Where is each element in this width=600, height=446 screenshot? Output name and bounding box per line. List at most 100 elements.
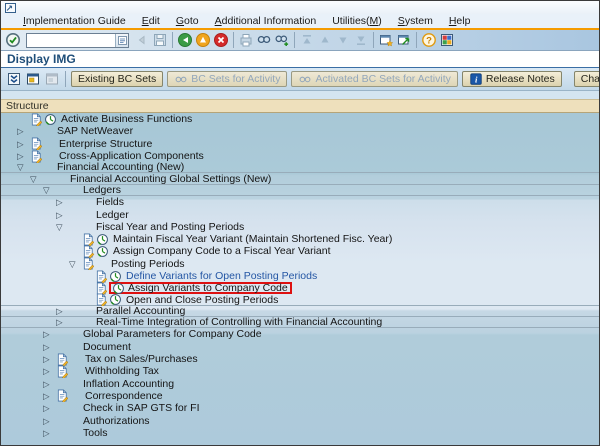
chevron-closed-icon[interactable]: ▷ xyxy=(56,210,69,220)
chevron-open-icon[interactable]: ▽ xyxy=(43,185,56,195)
chevron-closed-icon[interactable]: ▷ xyxy=(17,139,30,149)
print-icon[interactable] xyxy=(237,31,255,49)
next-page-icon[interactable] xyxy=(334,31,352,49)
menu-system[interactable]: System xyxy=(390,15,441,27)
find-next-icon[interactable] xyxy=(273,31,291,49)
tree-item-label[interactable]: Global Parameters for Company Code xyxy=(83,328,262,340)
chevron-closed-icon[interactable]: ▷ xyxy=(43,342,56,352)
chevron-closed-icon[interactable]: ▷ xyxy=(43,354,56,364)
tree-item-label[interactable]: Correspondence xyxy=(85,390,163,402)
tree-item-label[interactable]: Activate Business Functions xyxy=(61,113,192,125)
chevron-open-icon[interactable]: ▽ xyxy=(17,162,30,172)
previous-page-icon[interactable] xyxy=(316,31,334,49)
exit-icon[interactable] xyxy=(194,31,212,49)
sap-session-icon[interactable] xyxy=(5,3,16,13)
menu-goto[interactable]: Goto xyxy=(168,15,207,27)
tree-row: ▷ Global Parameters for Company Code xyxy=(1,328,599,340)
chevron-closed-icon[interactable]: ▷ xyxy=(43,391,56,401)
img-documentation-icon[interactable] xyxy=(82,245,96,258)
img-activity-icon[interactable] xyxy=(109,270,123,283)
back-icon[interactable] xyxy=(176,31,194,49)
tree-item-label[interactable]: Financial Accounting Global Settings (Ne… xyxy=(70,173,271,185)
chevron-closed-icon[interactable]: ▷ xyxy=(17,151,30,161)
tree-item-label[interactable]: Cross-Application Components xyxy=(59,150,204,162)
tree-item-label[interactable]: Assign Company Code to a Fiscal Year Var… xyxy=(113,245,331,257)
chevron-closed-icon[interactable]: ▷ xyxy=(43,366,56,376)
command-history-icon[interactable] xyxy=(115,34,128,47)
find-icon[interactable] xyxy=(255,31,273,49)
history-arrow-icon[interactable] xyxy=(133,31,151,49)
enter-icon[interactable] xyxy=(4,31,22,49)
bc-sets-for-activity-button: BC Sets for Activity xyxy=(167,71,287,87)
tree-item-label[interactable]: Open and Close Posting Periods xyxy=(126,294,278,306)
img-documentation-icon[interactable] xyxy=(56,353,70,366)
tree-item-label[interactable]: Maintain Fiscal Year Variant (Maintain S… xyxy=(113,233,392,245)
tree-item-label[interactable]: Define Variants for Open Posting Periods xyxy=(126,270,317,282)
tree-item-label[interactable]: Ledger xyxy=(96,209,129,221)
tree-item-label[interactable]: SAP NetWeaver xyxy=(57,125,133,137)
img-documentation-icon[interactable] xyxy=(30,137,44,150)
expand-collapse-icon[interactable] xyxy=(5,70,23,88)
tree-item-label[interactable]: Authorizations xyxy=(83,415,150,427)
save-icon[interactable] xyxy=(151,31,169,49)
chevron-closed-icon[interactable]: ▷ xyxy=(56,306,69,316)
chevron-open-icon[interactable]: ▽ xyxy=(56,222,69,232)
tree-item-label[interactable]: Financial Accounting (New) xyxy=(57,161,184,173)
info-icon: i xyxy=(469,72,483,86)
tree-item-label[interactable]: Posting Periods xyxy=(111,258,185,270)
img-activity-icon[interactable] xyxy=(96,233,110,246)
existing-bc-sets-button[interactable]: Existing BC Sets xyxy=(71,71,163,87)
tree-item-label[interactable]: Document xyxy=(83,341,131,353)
create-shortcut-icon[interactable] xyxy=(395,31,413,49)
tree-item-label[interactable]: Fiscal Year and Posting Periods xyxy=(96,221,244,233)
img-documentation-icon[interactable] xyxy=(56,389,70,402)
menu-utilities-m[interactable]: Utilities(M) xyxy=(324,15,390,27)
tree-item-label[interactable]: Ledgers xyxy=(83,184,121,196)
tree-item-label[interactable]: Tax on Sales/Purchases xyxy=(85,353,198,365)
tree-item-label[interactable]: Tools xyxy=(83,427,108,439)
tree-row: Activate Business Functions xyxy=(1,113,599,125)
img-documentation-icon[interactable] xyxy=(30,150,44,163)
chevron-closed-icon[interactable]: ▷ xyxy=(43,403,56,413)
tree-item-label[interactable]: Inflation Accounting xyxy=(83,378,174,390)
img-documentation-icon[interactable] xyxy=(82,233,96,246)
menu-implementation-guide[interactable]: Implementation Guide xyxy=(15,15,134,27)
release-notes-button[interactable]: iRelease Notes xyxy=(462,71,562,87)
menu-help[interactable]: Help xyxy=(441,15,479,27)
tree-item-label[interactable]: Enterprise Structure xyxy=(59,138,152,150)
tree-item-label[interactable]: Withholding Tax xyxy=(85,365,159,377)
img-documentation-icon[interactable] xyxy=(95,270,109,283)
chevron-open-icon[interactable]: ▽ xyxy=(30,174,43,184)
menu-additional-information[interactable]: Additional Information xyxy=(207,15,325,27)
tree-item-label[interactable]: Assign Variants to Company Code xyxy=(128,282,288,294)
customize-layout-icon[interactable] xyxy=(438,31,456,49)
chevron-closed-icon[interactable]: ▷ xyxy=(56,197,69,207)
chevron-closed-icon[interactable]: ▷ xyxy=(43,329,56,339)
img-documentation-icon[interactable] xyxy=(30,113,44,126)
chevron-closed-icon[interactable]: ▷ xyxy=(56,317,69,327)
tree-item-label[interactable]: Real-Time Integration of Controlling wit… xyxy=(96,316,382,328)
chevron-closed-icon[interactable]: ▷ xyxy=(43,428,56,438)
new-session-icon[interactable] xyxy=(377,31,395,49)
help-icon[interactable]: ? xyxy=(420,31,438,49)
first-page-icon[interactable] xyxy=(298,31,316,49)
img-activity-icon[interactable] xyxy=(44,113,58,126)
chevron-open-icon[interactable]: ▽ xyxy=(69,259,82,269)
chevron-closed-icon[interactable]: ▷ xyxy=(43,379,56,389)
cancel-icon[interactable] xyxy=(212,31,230,49)
toolbar-separator xyxy=(416,32,417,48)
position-icon[interactable] xyxy=(24,70,42,88)
img-documentation-icon[interactable] xyxy=(56,365,70,378)
application-toolbar: Existing BC SetsBC Sets for ActivityActi… xyxy=(1,68,599,91)
menu-edit[interactable]: Edit xyxy=(134,15,168,27)
last-page-icon[interactable] xyxy=(352,31,370,49)
tree-item-label[interactable]: Fields xyxy=(96,196,124,208)
chevron-closed-icon[interactable]: ▷ xyxy=(17,126,30,136)
img-activity-icon[interactable] xyxy=(96,245,110,258)
change-log-button[interactable]: Change Log xyxy=(574,71,600,87)
img-documentation-icon[interactable] xyxy=(82,257,96,270)
tree-item-label[interactable]: Parallel Accounting xyxy=(96,305,185,317)
command-field[interactable] xyxy=(27,34,115,47)
tree-item-label[interactable]: Check in SAP GTS for FI xyxy=(83,402,200,414)
chevron-closed-icon[interactable]: ▷ xyxy=(43,416,56,426)
